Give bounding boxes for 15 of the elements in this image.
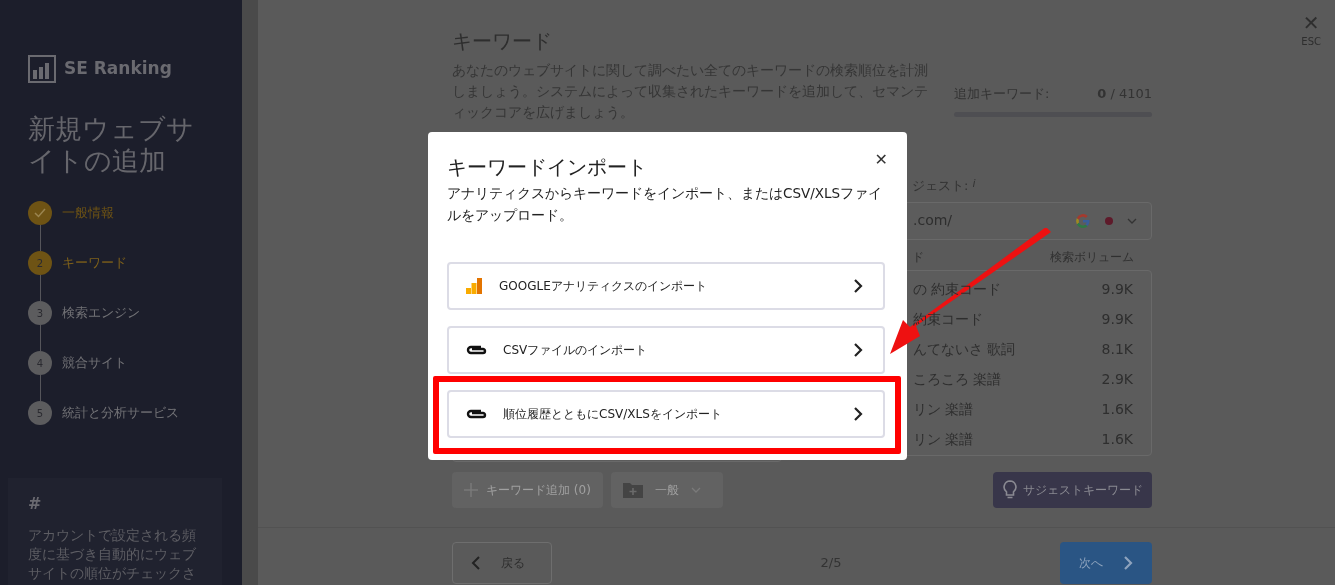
step-label[interactable]: キーワード [62,253,127,273]
next-button[interactable]: 次へ [1060,542,1152,584]
brand-name: SE Ranking [64,57,172,81]
step-label[interactable]: 統計と分析サービス [62,403,179,423]
close-button[interactable]: ✕ [874,148,888,172]
step-label[interactable]: 検索エンジン [62,303,140,323]
add-keyword-button[interactable]: キーワード追加 (0) [452,472,603,508]
import-option[interactable]: GOOGLEアナリティクスのインポート [447,262,885,310]
suggest-button[interactable]: サジェストキーワード [993,472,1152,508]
import-option[interactable]: CSVファイルのインポート [447,326,885,374]
step-label[interactable]: 競合サイト [62,353,127,373]
import-option[interactable]: 順位履歴とともにCSV/XLSをインポート [447,390,885,438]
dialog-title: キーワードインポート [447,154,647,181]
sidebar-title: 新規ウェブサイトの追加 [28,113,195,177]
hash-symbol: # [28,493,43,515]
